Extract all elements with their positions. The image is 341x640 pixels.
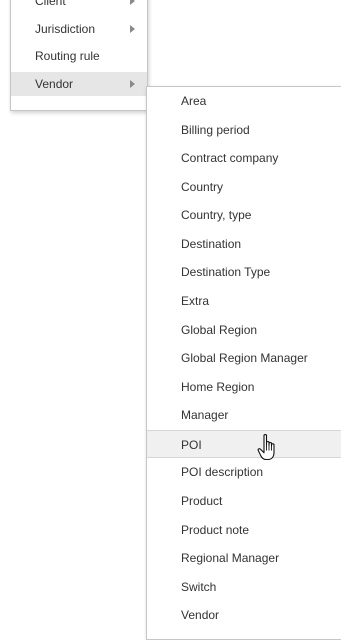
menu-item-vendor[interactable]: Vendor	[11, 72, 147, 96]
parent-context-menu: Client Jurisdiction Routing rule Vendor	[10, 0, 148, 111]
menu-item-label: Jurisdiction	[35, 22, 96, 36]
menu-item-jurisdiction[interactable]: Jurisdiction	[11, 17, 147, 41]
submenu-item-poi-description[interactable]: POI description	[147, 458, 341, 486]
submenu-item-billing-period[interactable]: Billing period	[147, 116, 341, 144]
submenu-item-label: Product	[181, 494, 223, 508]
submenu-item-label: Vendor	[181, 608, 220, 622]
submenu-item-country-type[interactable]: Country, type	[147, 201, 341, 229]
submenu-item-product[interactable]: Product	[147, 487, 341, 515]
submenu-item-label: Billing period	[181, 123, 250, 137]
submenu-item-contract-company[interactable]: Contract company	[147, 144, 341, 172]
submenu-item-label: Global Region Manager	[181, 351, 308, 365]
submenu-item-label: POI description	[181, 465, 264, 479]
hand-pointer-icon	[257, 433, 275, 461]
submenu-item-label: Home Region	[181, 380, 255, 394]
submenu-item-label: Country, type	[181, 208, 252, 222]
submenu-item-label: Contract company	[181, 151, 279, 165]
submenu-item-product-note[interactable]: Product note	[147, 516, 341, 544]
submenu-item-switch[interactable]: Switch	[147, 573, 341, 601]
submenu-item-label: Area	[181, 94, 207, 108]
submenu-item-home-region[interactable]: Home Region	[147, 373, 341, 401]
submenu-item-destination-type[interactable]: Destination Type	[147, 258, 341, 286]
menu-item-label: Vendor	[35, 77, 74, 91]
submenu-item-global-region-manager[interactable]: Global Region Manager	[147, 344, 341, 372]
submenu-item-area[interactable]: Area	[147, 87, 341, 115]
submenu-item-destination[interactable]: Destination	[147, 230, 341, 258]
submenu-arrow-icon	[130, 0, 135, 5]
menu-item-routing-rule[interactable]: Routing rule	[11, 44, 147, 68]
submenu-item-global-region[interactable]: Global Region	[147, 316, 341, 344]
submenu-item-label: POI	[181, 438, 202, 452]
submenu-item-label: Global Region	[181, 323, 258, 337]
vendor-submenu: Area Billing period Contract company Cou…	[146, 86, 341, 640]
submenu-item-poi[interactable]: POI	[147, 430, 341, 458]
submenu-item-label: Destination	[181, 237, 242, 251]
menu-item-label: Routing rule	[35, 49, 100, 63]
submenu-arrow-icon	[130, 80, 135, 88]
submenu-item-label: Switch	[181, 580, 217, 594]
submenu-item-regional-manager[interactable]: Regional Manager	[147, 544, 341, 572]
submenu-item-label: Extra	[181, 294, 210, 308]
submenu-item-label: Destination Type	[181, 265, 271, 279]
submenu-item-manager[interactable]: Manager	[147, 401, 341, 429]
submenu-item-vendor[interactable]: Vendor	[147, 601, 341, 629]
menu-item-client[interactable]: Client	[11, 0, 147, 13]
submenu-item-country[interactable]: Country	[147, 173, 341, 201]
submenu-item-extra[interactable]: Extra	[147, 287, 341, 315]
submenu-item-label: Regional Manager	[181, 551, 280, 565]
submenu-arrow-icon	[130, 25, 135, 33]
submenu-item-label: Manager	[181, 408, 229, 422]
submenu-item-label: Product note	[181, 523, 250, 537]
menu-item-label: Client	[35, 0, 66, 8]
submenu-item-label: Country	[181, 180, 224, 194]
